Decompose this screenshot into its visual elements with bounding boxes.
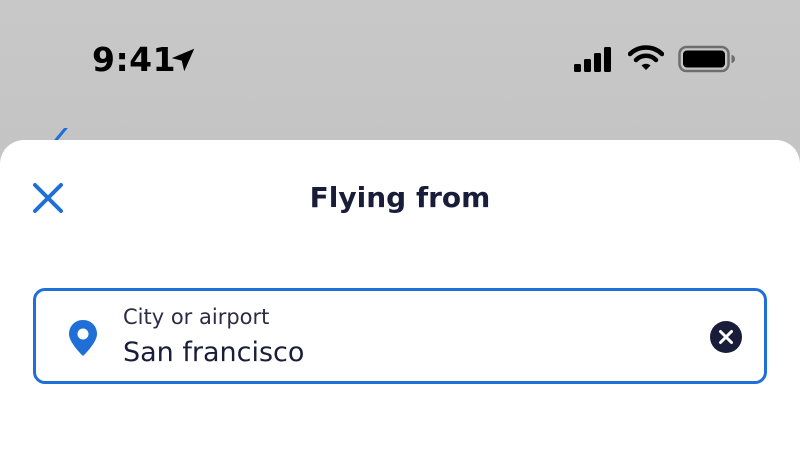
origin-search-field[interactable]: City or airport <box>33 288 767 384</box>
status-time: 9:41 <box>92 40 177 79</box>
wifi-icon <box>628 45 664 70</box>
status-bar: 9:41 <box>0 0 800 120</box>
cellular-signal-icon <box>574 47 611 72</box>
page-title: Flying from <box>309 181 491 214</box>
clear-button[interactable] <box>709 320 743 354</box>
location-arrow-icon <box>171 48 195 72</box>
location-pin-icon <box>69 320 97 356</box>
search-input[interactable] <box>123 335 683 371</box>
battery-icon <box>678 45 735 73</box>
search-field-label: City or airport <box>123 305 270 329</box>
